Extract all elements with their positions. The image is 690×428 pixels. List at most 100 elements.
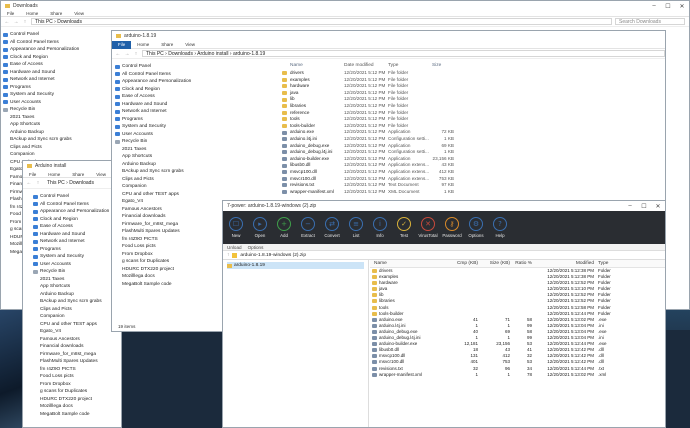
- nav-item[interactable]: App Shortcuts: [33, 283, 121, 291]
- up-icon[interactable]: ↑: [227, 253, 229, 258]
- nav-item[interactable]: 2021 Taxes: [3, 114, 111, 122]
- file-row[interactable]: msvcp100.dll 12/20/2021 5:12 PM Applicatio…: [282, 169, 502, 176]
- nav-item[interactable]: 2021 Taxes: [33, 276, 121, 284]
- up-icon[interactable]: ↑: [22, 19, 28, 25]
- col-date[interactable]: Date modified: [344, 62, 388, 70]
- nav-item[interactable]: Hardware and Sound: [115, 101, 275, 109]
- nav-item[interactable]: 2021 Taxes: [115, 146, 275, 154]
- nav-item[interactable]: g scans for Duplicates: [33, 388, 121, 396]
- maximize-icon[interactable]: ☐: [637, 203, 651, 210]
- tab-view[interactable]: View: [68, 11, 90, 16]
- nav-item[interactable]: Clock and Region: [33, 216, 121, 224]
- nav-item[interactable]: All Control Panel Items: [33, 201, 121, 209]
- nav-item[interactable]: Ease of Access: [33, 223, 121, 231]
- open-button[interactable]: ▸ Open: [250, 217, 270, 238]
- nav-item[interactable]: BAckup and Sync scrn grabs: [33, 298, 121, 306]
- nav-item[interactable]: Hardware and Sound: [3, 69, 111, 77]
- downloads-path[interactable]: This PC › Downloads: [31, 18, 612, 25]
- file-row[interactable]: lib 12/20/2021 5:12 PM File folder: [282, 96, 502, 103]
- file-row[interactable]: arduino_debug.exe 12/20/2021 5:12 PM Appli…: [282, 143, 502, 150]
- nav-item[interactable]: Famous Ancestors: [33, 336, 121, 344]
- back-icon[interactable]: ←: [4, 19, 10, 25]
- nav-item[interactable]: From Dropbox: [33, 381, 121, 389]
- new-button[interactable]: ☐ New: [226, 217, 246, 238]
- nav-item[interactable]: fm r4Z9O PICTS: [33, 366, 121, 374]
- zcol-ratio[interactable]: Ratio %: [510, 260, 532, 267]
- file-row[interactable]: msvcr100.dll 12/20/2021 5:12 PM Applicatio…: [282, 176, 502, 183]
- nav-item[interactable]: User Accounts: [33, 261, 121, 269]
- tab-share[interactable]: Share: [66, 172, 90, 177]
- nav-item[interactable]: Arduino Backup: [115, 161, 275, 169]
- nav-item[interactable]: Programs: [115, 116, 275, 124]
- nav-item[interactable]: CPU and other TEST apps: [115, 191, 275, 199]
- nav-item[interactable]: Network and Internet: [33, 238, 121, 246]
- nav-item[interactable]: Programs: [3, 84, 111, 92]
- search-input[interactable]: Search Downloads: [615, 18, 685, 25]
- nav-item[interactable]: Clips and Picts: [115, 176, 275, 184]
- zcol-size[interactable]: Size (KB): [478, 260, 510, 267]
- nav-item[interactable]: Appearance and Personalization: [33, 208, 121, 216]
- arduino-install-window[interactable]: Arduino install File Home Share View ← ↑…: [22, 160, 122, 428]
- file-row[interactable]: hardware 12/20/2021 5:12 PM File folder: [282, 83, 502, 90]
- zcol-name[interactable]: Name: [370, 260, 446, 267]
- nav-item[interactable]: HDURC DTX220 project: [33, 396, 121, 404]
- test-button[interactable]: ✓ Test: [394, 217, 414, 238]
- nav-item[interactable]: Financial downloads: [33, 343, 121, 351]
- nav-item[interactable]: Network and Internet: [115, 108, 275, 116]
- nav-item[interactable]: All Control Panel Items: [115, 71, 275, 79]
- nav-item[interactable]: User Accounts: [115, 131, 275, 139]
- nav-item[interactable]: Firmware_for_m8st_mega: [33, 351, 121, 359]
- file-row[interactable]: arduino.exe 12/20/2021 5:12 PM Application…: [282, 129, 502, 136]
- nav-item[interactable]: Food Loss picts: [33, 373, 121, 381]
- tab-share[interactable]: Share: [44, 11, 68, 16]
- minimize-icon[interactable]: –: [647, 3, 661, 9]
- up-icon[interactable]: ↑: [35, 180, 41, 186]
- nav-item[interactable]: System and Security: [3, 91, 111, 99]
- nav-item[interactable]: Control Panel: [115, 63, 275, 71]
- nav-item[interactable]: App Shortcuts: [3, 121, 111, 129]
- file-row[interactable]: libusb0.dll 12/20/2021 5:12 PM Application…: [282, 162, 502, 169]
- nav-item[interactable]: Appearance and Personalization: [3, 46, 111, 54]
- options-button[interactable]: Options: [248, 245, 264, 250]
- close-icon[interactable]: ✕: [675, 3, 689, 10]
- file-row[interactable]: tools-builder 12/20/2021 5:12 PM File fold…: [282, 123, 502, 130]
- nav-item[interactable]: Clips and Picts: [3, 144, 111, 152]
- tab-home[interactable]: Home: [131, 42, 155, 47]
- file-row[interactable]: arduino_debug.l4j.ini 12/20/2021 5:12 PM C…: [282, 149, 502, 156]
- nav-item[interactable]: BAckup and Sync scrn grabs: [115, 168, 275, 176]
- file-row[interactable]: libraries 12/20/2021 5:12 PM File folder: [282, 103, 502, 110]
- maximize-icon[interactable]: ☐: [661, 3, 675, 10]
- zcol-type[interactable]: Type: [594, 260, 622, 267]
- tab-home[interactable]: Home: [20, 11, 44, 16]
- nav-item[interactable]: App Shortcuts: [115, 153, 275, 161]
- file-row[interactable]: wrapper-manifest.xml 12/20/2021 5:12 PM XM…: [282, 189, 502, 196]
- nav-item[interactable]: CPU and other TEST apps: [33, 321, 121, 329]
- zip-address[interactable]: arduino-1.8.19-windows (2).zip: [240, 253, 306, 258]
- nav-item[interactable]: All Control Panel Items: [3, 39, 111, 47]
- password-button[interactable]: ⚷ Password: [442, 217, 462, 238]
- nav-item[interactable]: Arduino Backup: [33, 291, 121, 299]
- file-row[interactable]: arduino.l4j.ini 12/20/2021 5:12 PM Configu…: [282, 136, 502, 143]
- zcol-cmp[interactable]: Cmp (KB): [446, 260, 478, 267]
- nav-item[interactable]: Control Panel: [33, 193, 121, 201]
- nav-item[interactable]: Clock and Region: [115, 86, 275, 94]
- options-button[interactable]: ⚙ Options: [466, 217, 486, 238]
- file-row[interactable]: tools 12/20/2021 5:12 PM File folder: [282, 116, 502, 123]
- tab-view[interactable]: View: [179, 42, 201, 47]
- extract-button[interactable]: − Extract: [298, 217, 318, 238]
- nav-item[interactable]: Recycle Bin: [33, 268, 121, 276]
- arduino-folder-titlebar[interactable]: arduino-1.8.19: [112, 31, 665, 41]
- tab-home[interactable]: Home: [42, 172, 66, 177]
- nav-item[interactable]: User Accounts: [3, 99, 111, 107]
- nav-item[interactable]: Clips and Picts: [33, 306, 121, 314]
- back-icon[interactable]: ←: [26, 180, 32, 186]
- nav-item[interactable]: BAckup and Sync scrn grabs: [3, 136, 111, 144]
- downloads-titlebar[interactable]: Downloads – ☐ ✕: [1, 1, 689, 11]
- zip-titlebar[interactable]: 7-power: arduino-1.8.19-windows (2).zip …: [223, 201, 665, 211]
- col-size[interactable]: Size: [432, 62, 454, 70]
- tab-file[interactable]: File: [1, 11, 20, 16]
- up-icon[interactable]: ↑: [133, 51, 139, 57]
- help-button[interactable]: ? Help: [490, 217, 510, 238]
- nav-item[interactable]: Arduino Backup: [3, 129, 111, 137]
- zcol-modified[interactable]: Modified: [532, 260, 594, 267]
